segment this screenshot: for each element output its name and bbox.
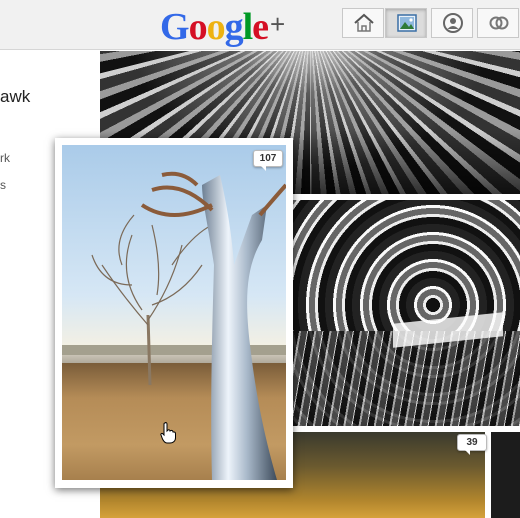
logo-letter: l: [242, 6, 254, 48]
logo-plus: +: [270, 9, 285, 39]
logo-letter: e: [252, 6, 269, 48]
nav-photos-button[interactable]: [385, 8, 427, 38]
nav-home-button[interactable]: [342, 8, 384, 38]
profile-name[interactable]: awk: [0, 87, 30, 107]
logo-letter: G: [160, 6, 190, 48]
profile-icon: [443, 13, 463, 33]
logo-letter: o: [188, 6, 208, 48]
circles-icon: [489, 16, 509, 30]
comment-count-badge[interactable]: 107: [253, 150, 283, 171]
logo-letter: o: [206, 6, 226, 48]
logo-letter: g: [224, 6, 244, 48]
photos-icon: [397, 14, 417, 32]
home-icon: [354, 13, 374, 32]
sidebar-link[interactable]: rk: [0, 151, 10, 165]
photo-subway-tunnel[interactable]: [292, 200, 520, 426]
nav-profile-button[interactable]: [431, 8, 473, 38]
photos-page: Google+ awk rk s 39 107: [0, 0, 520, 518]
nav-circles-button[interactable]: [477, 8, 519, 38]
sidebar-link[interactable]: s: [0, 178, 6, 192]
comment-count-badge[interactable]: 39: [457, 434, 487, 455]
top-bar: Google+: [0, 0, 520, 50]
google-plus-logo[interactable]: Google+: [160, 2, 285, 48]
hand-cursor-icon: [160, 422, 176, 444]
photo-dark[interactable]: [491, 432, 520, 518]
